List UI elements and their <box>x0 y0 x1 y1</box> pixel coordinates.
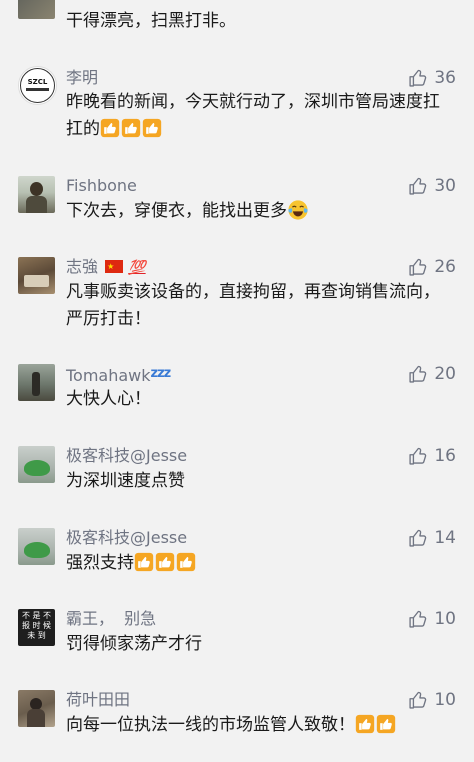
avatar[interactable] <box>18 0 55 19</box>
avatar[interactable] <box>18 690 55 727</box>
thumbs-up-emoji-icon <box>100 118 120 138</box>
like-button[interactable]: 10 <box>408 609 456 629</box>
thumbs-up-emoji-icon <box>142 118 162 138</box>
comment-author[interactable]: Tomahawkzzz <box>66 364 172 386</box>
avatar[interactable] <box>18 364 55 401</box>
comment-text: 大快人心！ <box>66 389 151 409</box>
comment-text-content: 强烈支持 <box>66 553 134 573</box>
comment-text: 下次去，穿便衣，能找出更多 <box>66 198 446 225</box>
thumbs-up-outline-icon[interactable] <box>408 176 428 196</box>
avatar[interactable] <box>18 176 55 213</box>
comment-author[interactable]: 极客科技@Jesse <box>66 528 187 548</box>
thumbs-up-emoji-icon <box>376 714 396 734</box>
like-button[interactable]: 10 <box>408 690 456 710</box>
like-button[interactable]: 16 <box>408 446 456 466</box>
like-button[interactable]: 36 <box>408 68 456 88</box>
thumbs-up-outline-icon[interactable] <box>408 364 428 384</box>
comment-text-content: 向每一位执法一线的市场监管人致敬！ <box>66 715 355 735</box>
like-count: 16 <box>434 446 456 466</box>
like-count: 36 <box>434 68 456 88</box>
like-count: 14 <box>434 528 456 548</box>
like-count: 30 <box>434 176 456 196</box>
thumbs-up-outline-icon[interactable] <box>408 68 428 88</box>
china-flag-icon <box>105 257 124 277</box>
sleeping-zzz-icon: zzz <box>150 366 172 381</box>
comment-text: 向每一位执法一线的市场监管人致敬！ <box>66 712 466 739</box>
avatar-label: SZCL <box>28 78 48 86</box>
hundred-points-icon: 💯 <box>128 260 146 276</box>
comment-text: 干得漂亮，扫黑打非。 <box>66 11 236 31</box>
thumbs-up-emoji-icon <box>134 552 154 572</box>
like-count: 10 <box>434 690 456 710</box>
thumbs-up-outline-icon[interactable] <box>408 257 428 277</box>
avatar[interactable]: 不 是 不 报 时 候 未 到 <box>18 609 55 646</box>
avatar[interactable] <box>18 528 55 565</box>
comment-text: 凡事贩卖该设备的，直接拘留，再查询销售流向，严厉打击！ <box>66 282 440 329</box>
comment-text-content: 下次去，穿便衣，能找出更多 <box>66 201 287 221</box>
avatar[interactable] <box>18 257 55 294</box>
like-button[interactable]: 14 <box>408 528 456 548</box>
like-count: 20 <box>434 364 456 384</box>
avatar-label: 不 是 不 报 时 候 未 到 <box>21 611 52 640</box>
thumbs-up-outline-icon[interactable] <box>408 609 428 629</box>
comment-text: 为深圳速度点赞 <box>66 471 185 491</box>
comment-text: 强烈支持 <box>66 550 446 577</box>
avatar[interactable] <box>18 446 55 483</box>
thumbs-up-outline-icon[interactable] <box>408 446 428 466</box>
like-count: 10 <box>434 609 456 629</box>
comment-author-partial: ···· <box>66 0 86 8</box>
comment-author[interactable]: 志強 💯 <box>66 257 146 278</box>
thumbs-up-emoji-icon <box>155 552 175 572</box>
like-button[interactable]: 26 <box>408 257 456 277</box>
comment-text: 昨晚看的新闻，今天就行动了，深圳市管局速度扛扛的 <box>66 89 446 143</box>
comment-text: 罚得倾家荡产才行 <box>66 634 202 654</box>
like-button[interactable]: 30 <box>408 176 456 196</box>
crying-laughing-emoji-icon <box>288 200 308 220</box>
comment-author-text: Tomahawk <box>66 366 151 385</box>
thumbs-up-outline-icon[interactable] <box>408 528 428 548</box>
comment-author[interactable]: 荷叶田田 <box>66 690 130 710</box>
like-button[interactable]: 20 <box>408 364 456 384</box>
avatar[interactable]: SZCL <box>18 66 57 105</box>
comment-author[interactable]: 霸王， 别急 <box>66 609 156 629</box>
thumbs-up-emoji-icon <box>355 714 375 734</box>
comment-author[interactable]: 极客科技@Jesse <box>66 446 187 466</box>
thumbs-up-emoji-icon <box>121 118 141 138</box>
comment-author[interactable]: Fishbone <box>66 176 137 196</box>
szcl-logo-icon: SZCL <box>20 68 55 103</box>
like-count: 26 <box>434 257 456 277</box>
thumbs-up-emoji-icon <box>176 552 196 572</box>
comment-author[interactable]: 李明 <box>66 68 98 88</box>
thumbs-up-outline-icon[interactable] <box>408 690 428 710</box>
comment-author-text: 志強 <box>66 257 99 276</box>
